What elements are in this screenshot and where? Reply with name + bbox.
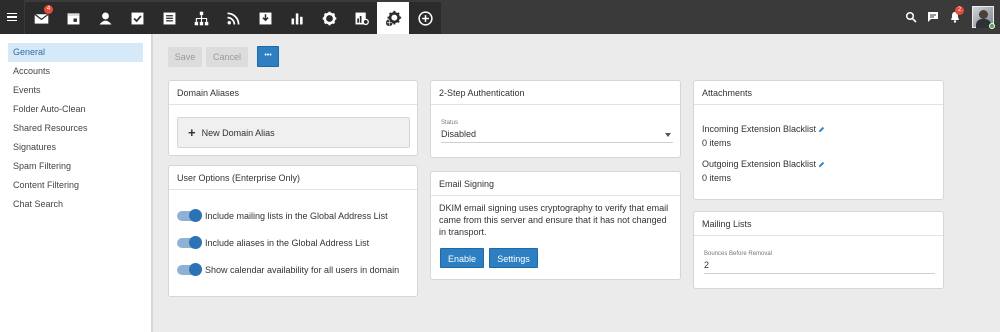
enable-button[interactable]: Enable <box>440 248 484 268</box>
bounces-label: Bounces Before Removal <box>704 251 773 257</box>
add-tab[interactable] <box>409 2 441 34</box>
tasks-icon <box>131 12 143 24</box>
mailing-lists-gal-toggle[interactable] <box>177 209 202 222</box>
toggle-label: Include aliases in the Global Address Li… <box>205 238 370 248</box>
contacts-tab[interactable] <box>89 2 121 34</box>
domain-gear-icon <box>385 10 401 26</box>
user-avatar[interactable] <box>972 6 995 29</box>
user-options-title: User Options (Enterprise Only) <box>169 166 417 190</box>
menu-icon[interactable] <box>0 0 24 34</box>
bounces-value: 2 <box>704 260 710 270</box>
online-status-indicator <box>989 23 995 29</box>
report-gear-icon <box>355 12 369 25</box>
org-chart-tab[interactable] <box>185 2 217 34</box>
gear-icon <box>322 11 336 25</box>
domain-aliases-card: Domain Aliases + New Domain Alias <box>168 80 418 156</box>
outgoing-blacklist-link[interactable]: Outgoing Extension Blacklist <box>702 159 825 169</box>
aliases-gal-toggle[interactable] <box>177 236 202 249</box>
attachments-card: Attachments Incoming Extension Blacklist… <box>693 80 944 200</box>
sidebar-item-general[interactable]: General <box>8 43 143 62</box>
toggle-label: Show calendar availability for all users… <box>205 265 400 275</box>
rss-tab[interactable] <box>217 2 249 34</box>
plus-icon: + <box>188 125 196 140</box>
status-value: Disabled <box>441 129 477 139</box>
email-signing-card: Email Signing DKIM email signing uses cr… <box>430 171 681 280</box>
pencil-icon[interactable] <box>818 126 825 133</box>
sidebar-item-signatures[interactable]: Signatures <box>8 138 143 157</box>
sidebar-item-folder-auto-clean[interactable]: Folder Auto-Clean <box>8 100 143 119</box>
status-label: Status <box>441 120 459 126</box>
notes-icon <box>163 12 175 24</box>
calendar-availability-toggle[interactable] <box>177 263 202 276</box>
sidebar-item-accounts[interactable]: Accounts <box>8 62 143 81</box>
chat-button[interactable] <box>922 0 944 34</box>
top-navigation-bar: 4 2 <box>0 0 1000 34</box>
download-box-icon <box>259 12 271 24</box>
mail-badge: 4 <box>44 5 53 14</box>
email-signing-title: Email Signing <box>431 172 680 196</box>
domain-aliases-title: Domain Aliases <box>169 81 417 105</box>
sidebar-item-spam-filtering[interactable]: Spam Filtering <box>8 157 143 176</box>
status-select[interactable]: Disabled <box>441 127 673 143</box>
email-signing-description: DKIM email signing uses cryptography to … <box>439 203 669 237</box>
domain-reports-tab[interactable] <box>345 2 377 34</box>
settings-sidebar: General Accounts Events Folder Auto-Clea… <box>0 34 153 332</box>
calendar-icon <box>67 12 79 24</box>
toggle-label: Include mailing lists in the Global Addr… <box>205 211 388 221</box>
save-button[interactable]: Save <box>168 47 202 67</box>
domain-settings-tab[interactable] <box>377 2 409 34</box>
notes-tab[interactable] <box>153 2 185 34</box>
sitemap-icon <box>194 11 208 25</box>
rss-icon <box>226 12 239 25</box>
toggle-row-calendar-availability: Show calendar availability for all users… <box>177 263 400 276</box>
notifications-button[interactable]: 2 <box>944 0 966 34</box>
file-storage-tab[interactable] <box>249 2 281 34</box>
bar-chart-icon <box>291 12 303 24</box>
sidebar-item-content-filtering[interactable]: Content Filtering <box>8 176 143 195</box>
outgoing-blacklist-value: 0 items <box>702 173 732 183</box>
calendar-tab[interactable] <box>57 2 89 34</box>
chevron-down-icon <box>665 133 671 137</box>
two-step-auth-card: 2-Step Authentication Status Disabled <box>430 80 681 158</box>
contacts-icon <box>99 12 111 24</box>
sidebar-item-chat-search[interactable]: Chat Search <box>8 195 143 214</box>
plus-circle-icon <box>417 10 433 26</box>
incoming-blacklist-label: Incoming Extension Blacklist <box>702 124 817 134</box>
mail-tab[interactable]: 4 <box>25 2 57 34</box>
sidebar-item-events[interactable]: Events <box>8 81 143 100</box>
outgoing-blacklist-label: Outgoing Extension Blacklist <box>702 159 817 169</box>
bounces-input[interactable]: 2 <box>704 258 935 274</box>
two-step-auth-title: 2-Step Authentication <box>431 81 680 105</box>
user-options-card: User Options (Enterprise Only) Include m… <box>168 165 418 297</box>
search-icon <box>905 11 917 23</box>
toggle-row-mailing-lists-gal: Include mailing lists in the Global Addr… <box>177 209 388 222</box>
settings-tab[interactable] <box>313 2 345 34</box>
cancel-button[interactable]: Cancel <box>206 47 248 67</box>
sidebar-item-shared-resources[interactable]: Shared Resources <box>8 119 143 138</box>
incoming-blacklist-link[interactable]: Incoming Extension Blacklist <box>702 124 825 134</box>
reports-tab[interactable] <box>281 2 313 34</box>
notifications-badge: 2 <box>955 6 964 15</box>
pencil-icon[interactable] <box>818 161 825 168</box>
mailing-lists-card: Mailing Lists Bounces Before Removal 2 <box>693 211 944 289</box>
new-domain-alias-label: New Domain Alias <box>201 127 275 138</box>
more-actions-button[interactable]: ••• <box>257 46 279 67</box>
mailing-lists-title: Mailing Lists <box>694 212 943 236</box>
attachments-title: Attachments <box>694 81 943 105</box>
search-button[interactable] <box>900 0 922 34</box>
settings-button[interactable]: Settings <box>489 248 538 268</box>
new-domain-alias-button[interactable]: + New Domain Alias <box>177 117 410 148</box>
incoming-blacklist-value: 0 items <box>702 138 732 148</box>
tasks-tab[interactable] <box>121 2 153 34</box>
chat-icon <box>928 12 938 22</box>
toggle-row-aliases-gal: Include aliases in the Global Address Li… <box>177 236 370 249</box>
